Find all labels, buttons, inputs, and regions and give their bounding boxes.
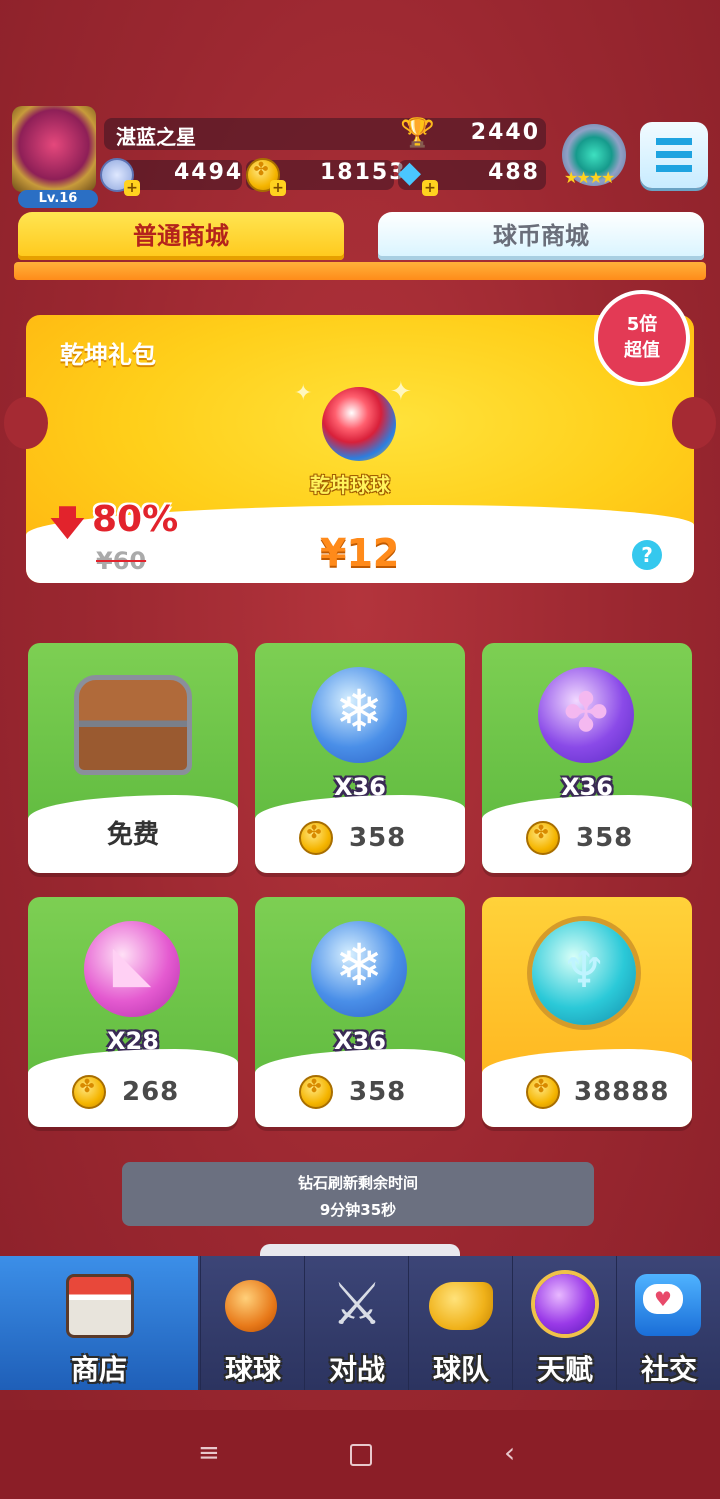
sparkle-icon: ✦: [294, 381, 313, 406]
tab-label: 球币商城: [493, 222, 589, 250]
nav-talent[interactable]: 天赋: [512, 1256, 617, 1390]
treasure-chest-icon: [74, 675, 192, 775]
cyan-ball-icon: ♆: [532, 921, 636, 1025]
swords-icon: ⚔: [331, 1270, 383, 1338]
price: 358: [349, 823, 407, 853]
gift-banner[interactable]: 乾坤礼包 ✦ ✦ 乾坤球球 🡇 80% ¥60 ¥12 ?: [26, 315, 694, 583]
price: 268: [122, 1077, 180, 1107]
shop-item-pink-ball[interactable]: ◣ X28 268: [28, 897, 238, 1127]
tab-normal-shop[interactable]: 普通商城: [18, 212, 344, 260]
shop-item-snow-ball-2[interactable]: ❄ X36 358: [255, 897, 465, 1127]
balls-icon: [225, 1280, 277, 1332]
refresh-label: 钻石刷新剩余时间: [297, 1174, 418, 1192]
price: 38888: [574, 1077, 670, 1107]
stamina-count: 4494: [174, 160, 244, 185]
chat-icon: ♥: [635, 1274, 701, 1336]
coin-icon: [72, 1075, 106, 1109]
avatar[interactable]: Lv.16: [12, 106, 98, 208]
nav-label: 商店: [70, 1353, 127, 1386]
nav-team[interactable]: 球队: [408, 1256, 513, 1390]
nav-shop[interactable]: 商店: [0, 1256, 198, 1390]
badge-line-2: 超值: [624, 340, 660, 361]
coin-count: 18153: [320, 160, 407, 185]
snowflake-ball-icon: ❄: [311, 921, 407, 1017]
whistle-icon: [429, 1282, 493, 1330]
tab-shelf: [14, 262, 706, 280]
trophy-icon: 🏆: [400, 116, 435, 149]
trophy-count: 2440: [470, 120, 540, 145]
nav-label: 球球: [224, 1353, 281, 1386]
plus-icon: +: [124, 180, 140, 196]
shop-icon: [66, 1274, 134, 1338]
planet-icon: [535, 1274, 595, 1334]
nav-balls[interactable]: 球球: [200, 1256, 305, 1390]
pink-ball-icon: ◣: [84, 921, 180, 1017]
help-icon[interactable]: ?: [632, 540, 662, 570]
coin-icon: [299, 821, 333, 855]
plus-icon: +: [422, 180, 438, 196]
gift-item-name: 乾坤球球: [310, 473, 390, 497]
price: 358: [349, 1077, 407, 1107]
shop-item-clover-ball[interactable]: ✤ X36 358: [482, 643, 692, 873]
snowflake-ball-icon: ❄: [311, 667, 407, 763]
coin-icon: [299, 1075, 333, 1109]
diamond-icon[interactable]: ◆ +: [398, 156, 438, 196]
tab-label: 普通商城: [133, 222, 229, 250]
plus-icon: +: [270, 180, 286, 196]
stamina-icon[interactable]: +: [100, 158, 140, 196]
discount-arrow-icon: 🡇: [50, 503, 85, 543]
gift-price: ¥12: [320, 531, 400, 575]
refresh-time: 9分钟35秒: [319, 1201, 397, 1219]
nav-label: 天赋: [536, 1353, 593, 1386]
player-name: 湛蓝之星: [116, 125, 196, 149]
gift-ball-icon: [322, 387, 396, 461]
nav-social[interactable]: ♥ 社交: [616, 1256, 720, 1390]
coin-icon: [526, 1075, 560, 1109]
menu-icon: [656, 138, 692, 172]
diamond-count: 488: [488, 160, 540, 185]
shop-item-snow-ball[interactable]: ❄ X36 358: [255, 643, 465, 873]
bottom-nav: 商店 球球 ⚔ 对战 球队 天赋 ♥ 社交: [0, 1256, 720, 1390]
sparkle-icon: ✦: [390, 377, 412, 407]
star-icon: ★★★★: [564, 168, 615, 187]
free-label: 免费: [106, 820, 159, 850]
banner-notch-right: [672, 397, 716, 449]
badge-line-1: 5倍: [626, 314, 658, 335]
recent-apps-icon[interactable]: ≡: [198, 1438, 220, 1468]
gift-title: 乾坤礼包: [60, 341, 156, 369]
nav-label: 社交: [640, 1353, 697, 1386]
level-badge: Lv.16: [18, 190, 98, 208]
coin-icon[interactable]: +: [246, 158, 286, 196]
banner-notch-left: [4, 397, 48, 449]
clover-ball-icon: ✤: [538, 667, 634, 763]
menu-button[interactable]: [640, 122, 708, 188]
shop-item-cyan-ball[interactable]: ♆ 38888: [482, 897, 692, 1127]
shop-item-free-chest[interactable]: 免费: [28, 643, 238, 873]
rank-badge-icon[interactable]: ★★★★: [562, 124, 626, 187]
old-price: ¥60: [96, 547, 147, 575]
nav-label: 对战: [328, 1353, 385, 1386]
system-nav-bar: ≡ ‹: [0, 1410, 720, 1499]
nav-battle[interactable]: ⚔ 对战: [304, 1256, 409, 1390]
tab-coin-shop[interactable]: 球币商城: [378, 212, 704, 260]
player-name-bar: 湛蓝之星 🏆 2440: [104, 116, 546, 150]
discount-percent: 80%: [92, 499, 179, 540]
coin-icon: [526, 821, 560, 855]
price: 358: [576, 823, 634, 853]
home-icon[interactable]: [350, 1444, 372, 1466]
back-icon[interactable]: ‹: [504, 1436, 515, 1469]
nav-label: 球队: [432, 1353, 489, 1386]
refresh-timer: 钻石刷新剩余时间 9分钟35秒: [122, 1162, 594, 1226]
